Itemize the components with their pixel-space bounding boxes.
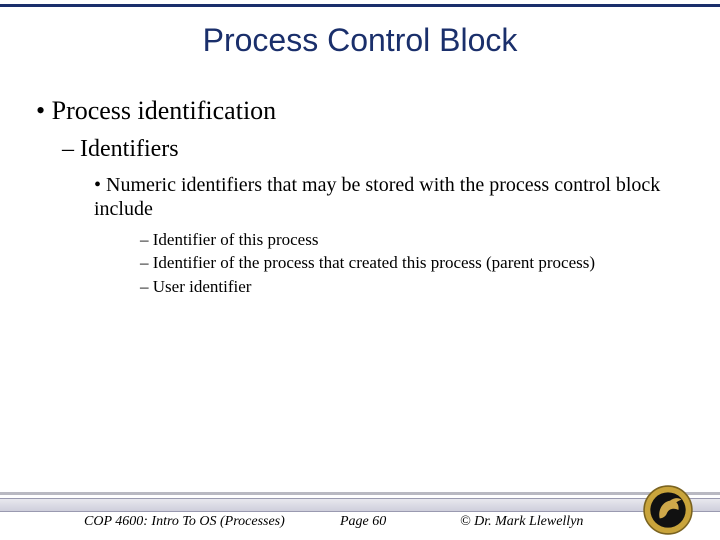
bullet-l2: Identifiers <box>62 136 684 163</box>
slide-title: Process Control Block <box>0 22 720 59</box>
bullet-l3: Numeric identifiers that may be stored w… <box>94 173 684 221</box>
footer-band <box>0 498 720 512</box>
ucf-pegasus-logo-icon <box>642 484 694 536</box>
footer-page: Page 60 <box>340 514 386 530</box>
bullet-l4b: Identifier of the process that created t… <box>140 252 664 273</box>
bullet-l4c: User identifier <box>140 276 664 297</box>
footer-copyright: © Dr. Mark Llewellyn <box>460 514 583 530</box>
footer-rule <box>0 492 720 495</box>
slide-content: Process identification Identifiers Numer… <box>36 96 684 299</box>
bullet-l1: Process identification <box>36 96 684 126</box>
top-rule <box>0 4 720 7</box>
footer: COP 4600: Intro To OS (Processes) Page 6… <box>0 492 720 540</box>
bullet-l4a: Identifier of this process <box>140 229 664 250</box>
footer-course: COP 4600: Intro To OS (Processes) <box>84 514 285 530</box>
